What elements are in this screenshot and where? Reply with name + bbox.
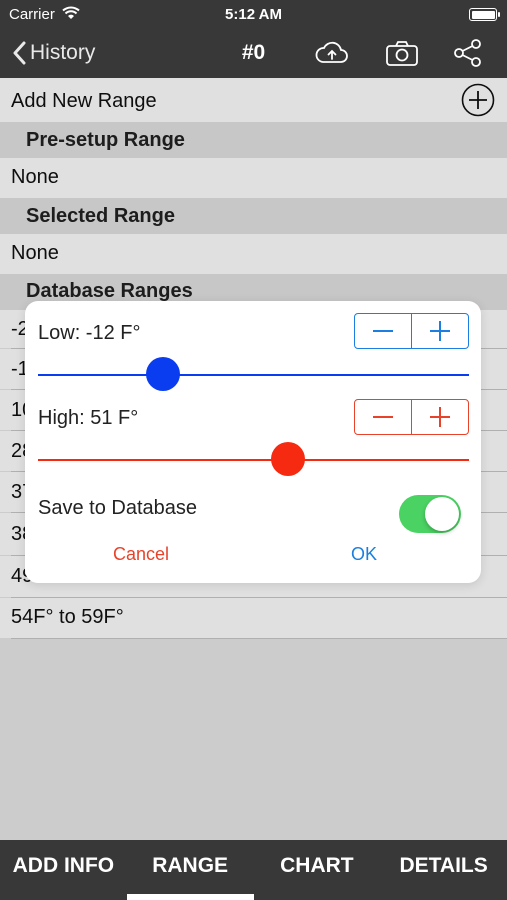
- tab-bar: ADD INFO RANGE CHART DETAILS: [0, 840, 507, 900]
- cancel-button[interactable]: Cancel: [113, 544, 169, 565]
- low-decrement-button[interactable]: [355, 314, 412, 348]
- low-stepper[interactable]: [354, 313, 469, 349]
- tab-add-info[interactable]: ADD INFO: [0, 840, 127, 900]
- minus-icon: [373, 416, 393, 418]
- high-slider[interactable]: [38, 440, 469, 480]
- low-label: Low: -12 F°: [38, 322, 141, 344]
- active-tab-indicator: [126, 894, 254, 900]
- tab-chart[interactable]: CHART: [254, 840, 381, 900]
- high-stepper[interactable]: [354, 399, 469, 435]
- navigation-bar: History #0: [0, 30, 507, 78]
- share-icon[interactable]: [450, 38, 486, 68]
- plus-icon: [430, 407, 450, 427]
- ok-button[interactable]: OK: [351, 544, 377, 565]
- high-slider-thumb[interactable]: [270, 442, 305, 476]
- high-label: High: 51 F°: [38, 407, 139, 429]
- low-slider[interactable]: [38, 355, 469, 395]
- save-to-database-toggle[interactable]: [399, 495, 461, 533]
- chevron-left-icon: [13, 41, 26, 65]
- tab-details[interactable]: DETAILS: [380, 840, 507, 900]
- battery-icon: [469, 8, 500, 21]
- save-to-database-label: Save to Database: [38, 497, 197, 519]
- range-dialog: Low: -12 F° High: 51 F° Save to Database…: [25, 301, 481, 583]
- cloud-upload-icon[interactable]: [314, 38, 350, 68]
- low-slider-track: [38, 374, 469, 376]
- high-increment-button[interactable]: [412, 400, 468, 434]
- clock: 5:12 AM: [225, 6, 282, 23]
- back-button-label: History: [30, 41, 96, 64]
- back-button[interactable]: History: [12, 38, 95, 68]
- status-bar: Carrier 5:12 AM: [0, 0, 507, 30]
- high-decrement-button[interactable]: [355, 400, 412, 434]
- high-slider-track: [38, 459, 469, 461]
- tab-range[interactable]: RANGE: [126, 840, 254, 900]
- camera-icon[interactable]: [384, 38, 420, 68]
- low-slider-thumb[interactable]: [145, 357, 180, 391]
- low-increment-button[interactable]: [412, 314, 468, 348]
- plus-icon: [430, 321, 450, 341]
- minus-icon: [373, 330, 393, 332]
